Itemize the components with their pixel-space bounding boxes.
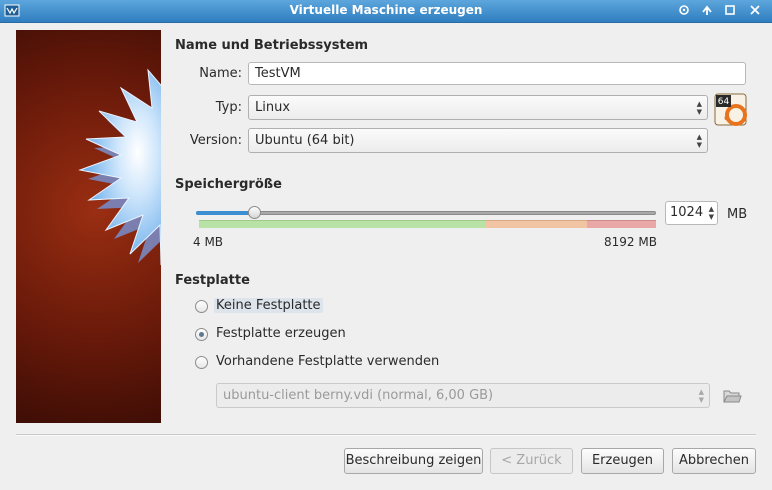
updown-arrows-icon: ▲ ▼ — [696, 133, 702, 149]
version-select[interactable]: Ubuntu (64 bit) ▲ ▼ — [248, 128, 708, 153]
name-label: Name: — [199, 66, 242, 81]
title-bar: Virtuelle Maschine erzeugen — [0, 0, 772, 23]
window-title: Virtuelle Maschine erzeugen — [289, 3, 483, 17]
memory-spinbox[interactable]: 1024 ▲ ▼ — [665, 201, 718, 225]
memory-slider-track[interactable] — [196, 211, 656, 215]
memory-slider-fill — [196, 211, 254, 215]
version-select-value: Ubuntu (64 bit) — [255, 133, 355, 148]
cancel-button[interactable]: Abbrechen — [672, 448, 756, 474]
section-title-name-os: Name und Betriebssystem — [175, 38, 369, 53]
starburst-logo — [78, 68, 161, 266]
memory-max-label: 8192 MB — [604, 235, 657, 249]
type-select-value: Linux — [255, 100, 291, 115]
memory-unit: MB — [727, 207, 748, 222]
memory-slider-handle[interactable] — [247, 206, 261, 219]
restore-icon[interactable] — [723, 3, 737, 17]
memory-zone-green — [199, 220, 485, 228]
os-ubuntu-64-icon: 64 — [714, 93, 747, 126]
memory-zone-orange — [485, 220, 587, 228]
radio-existing-disk[interactable] — [195, 356, 208, 369]
radio-create-disk-label[interactable]: Festplatte erzeugen — [216, 326, 346, 341]
dialog-window: Virtuelle Maschine erzeugen Name und Bet… — [0, 0, 772, 490]
radio-existing-disk-label[interactable]: Vorhandene Festplatte verwenden — [216, 354, 439, 369]
show-description-button[interactable]: Beschreibung zeigen — [344, 448, 483, 474]
folder-open-icon — [721, 385, 743, 407]
updown-arrows-icon: ▲ ▼ — [698, 388, 704, 404]
close-icon[interactable] — [748, 3, 762, 17]
radio-create-disk[interactable] — [195, 328, 208, 341]
type-select[interactable]: Linux ▲ ▼ — [248, 95, 708, 120]
version-label: Version: — [189, 133, 242, 148]
section-title-memory: Speichergröße — [175, 177, 282, 192]
spin-arrows-icon[interactable]: ▲ ▼ — [709, 205, 714, 221]
radio-no-disk-label[interactable]: Keine Festplatte — [214, 298, 323, 313]
existing-disk-value: ubuntu-client berny.vdi (normal, 6,00 GB… — [223, 388, 494, 403]
type-label: Typ: — [215, 100, 242, 115]
button-separator — [16, 434, 756, 436]
maximize-icon[interactable] — [700, 3, 714, 17]
help-icon[interactable] — [677, 3, 691, 17]
back-button: < Zurück — [490, 448, 573, 474]
os-badge-text: 64 — [718, 97, 730, 107]
existing-disk-select: ubuntu-client berny.vdi (normal, 6,00 GB… — [216, 383, 710, 408]
create-button[interactable]: Erzeugen — [581, 448, 664, 474]
memory-value: 1024 — [670, 205, 704, 220]
updown-arrows-icon: ▲ ▼ — [696, 100, 702, 116]
memory-zone-red — [587, 220, 656, 228]
wizard-banner — [16, 30, 161, 423]
name-input[interactable]: TestVM — [248, 62, 746, 85]
section-title-disk: Festplatte — [175, 273, 250, 288]
radio-no-disk[interactable] — [195, 300, 208, 313]
memory-min-label: 4 MB — [193, 235, 224, 249]
